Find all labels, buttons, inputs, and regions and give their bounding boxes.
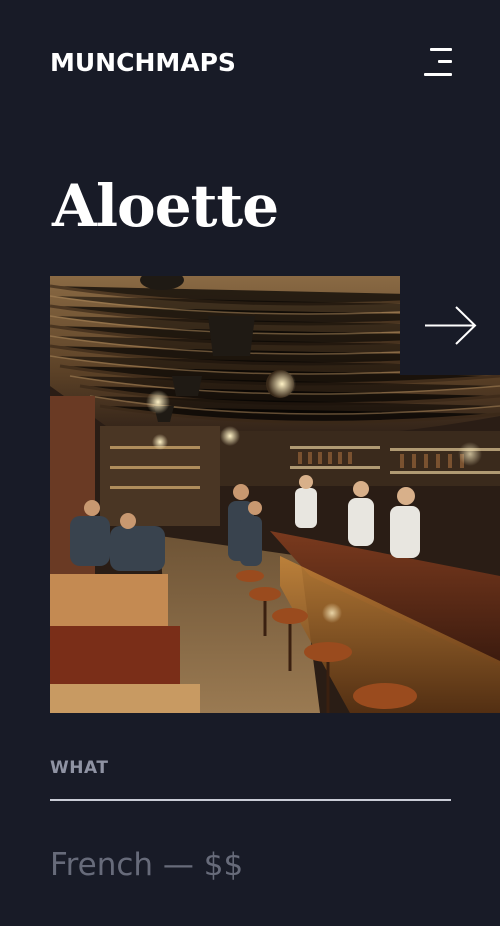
what-label: WHAT bbox=[50, 758, 109, 778]
hamburger-menu-icon[interactable] bbox=[418, 44, 458, 80]
munchmaps-logo[interactable]: MUNCHMAPS bbox=[50, 45, 236, 81]
site-header: MUNCHMAPS bbox=[0, 0, 500, 130]
arrow-right-icon bbox=[425, 306, 477, 345]
restaurant-name: Aloette bbox=[52, 172, 279, 240]
next-photo-button[interactable] bbox=[400, 276, 500, 375]
menu-line bbox=[438, 60, 452, 63]
cuisine-price: French — $$ bbox=[50, 847, 244, 883]
section-divider bbox=[50, 799, 451, 801]
menu-line bbox=[424, 73, 452, 76]
menu-line bbox=[430, 48, 452, 51]
